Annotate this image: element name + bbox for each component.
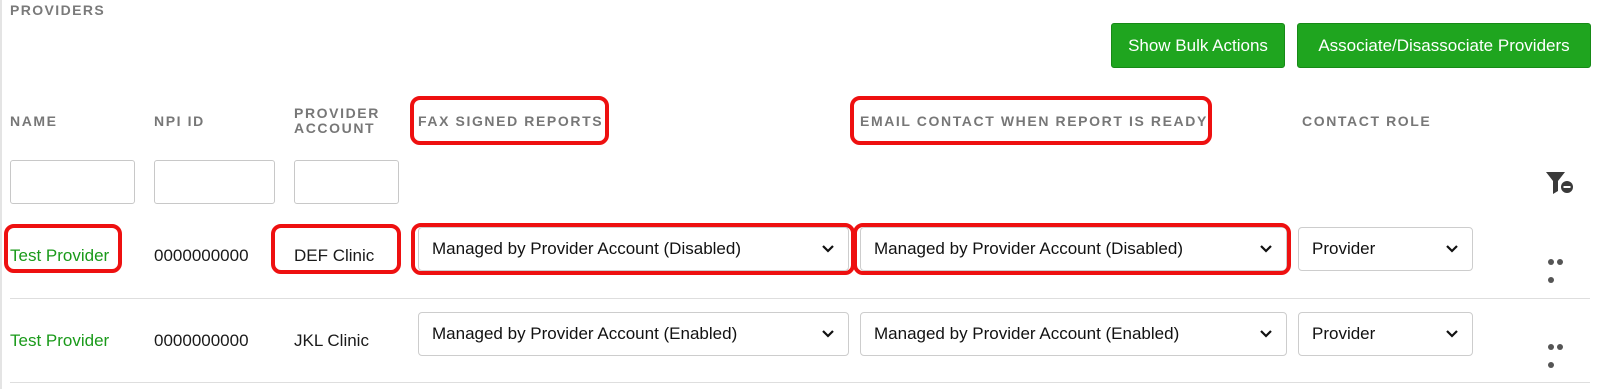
chevron-down-icon [1446, 245, 1458, 253]
chevron-down-icon [1446, 330, 1458, 338]
section-title: PROVIDERS [10, 2, 106, 18]
more-horizontal-icon[interactable] [1548, 337, 1574, 368]
fax-signed-reports-value: Managed by Provider Account (Disabled) [432, 239, 741, 258]
column-header-provider-account-line1: PROVIDER [294, 105, 380, 121]
chevron-down-icon [1260, 330, 1272, 338]
column-header-npi[interactable]: NPI ID [154, 114, 205, 129]
filter-remove-icon[interactable] [1545, 170, 1575, 196]
npi-filter-input[interactable] [154, 160, 275, 204]
column-header-contact-role[interactable]: CONTACT ROLE [1302, 114, 1431, 129]
provider-account: JKL Clinic [294, 331, 369, 350]
contact-role-value: Provider [1312, 239, 1376, 258]
name-filter-input[interactable] [10, 160, 135, 204]
column-header-provider-account[interactable]: PROVIDER ACCOUNT [294, 106, 380, 136]
email-contact-value: Managed by Provider Account (Enabled) [874, 324, 1180, 343]
more-horizontal-icon[interactable] [1548, 252, 1574, 283]
fax-signed-reports-select[interactable]: Managed by Provider Account (Enabled) [418, 312, 849, 356]
page-left-border [0, 0, 2, 389]
associate-providers-button[interactable]: Associate/Disassociate Providers [1297, 23, 1591, 68]
email-contact-select[interactable]: Managed by Provider Account (Disabled) [860, 227, 1287, 271]
provider-name-link[interactable]: Test Provider [10, 246, 109, 266]
column-header-email-contact[interactable]: EMAIL CONTACT WHEN REPORT IS READY [860, 114, 1208, 129]
contact-role-value: Provider [1312, 324, 1376, 343]
npi-id: 0000000000 [154, 246, 249, 265]
chevron-down-icon [1260, 245, 1272, 253]
chevron-down-icon [822, 330, 834, 338]
email-contact-value: Managed by Provider Account (Disabled) [874, 239, 1183, 258]
account-filter-input[interactable] [294, 160, 399, 204]
row-divider [10, 382, 1590, 383]
provider-name-link[interactable]: Test Provider [10, 331, 109, 351]
contact-role-select[interactable]: Provider [1298, 312, 1473, 356]
show-bulk-actions-button[interactable]: Show Bulk Actions [1111, 23, 1285, 68]
column-header-name[interactable]: NAME [10, 114, 58, 129]
npi-id: 0000000000 [154, 331, 249, 350]
row-divider [10, 298, 1590, 299]
chevron-down-icon [822, 245, 834, 253]
email-contact-select[interactable]: Managed by Provider Account (Enabled) [860, 312, 1287, 356]
column-header-fax-signed-reports[interactable]: FAX SIGNED REPORTS [418, 114, 603, 129]
fax-signed-reports-value: Managed by Provider Account (Enabled) [432, 324, 738, 343]
fax-signed-reports-select[interactable]: Managed by Provider Account (Disabled) [418, 227, 849, 271]
column-header-provider-account-line2: ACCOUNT [294, 120, 376, 136]
provider-account: DEF Clinic [294, 246, 375, 265]
contact-role-select[interactable]: Provider [1298, 227, 1473, 271]
